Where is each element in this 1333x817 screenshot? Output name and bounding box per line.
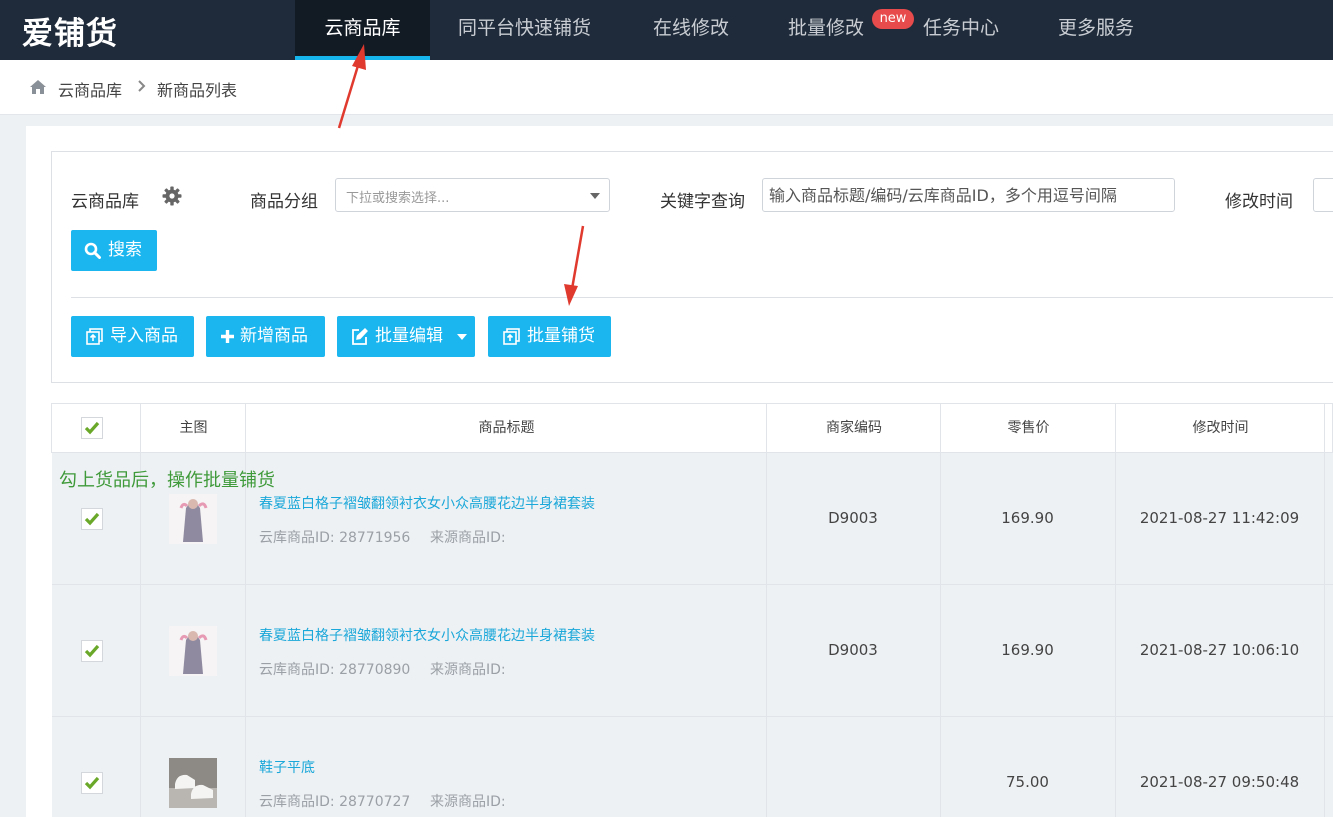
merchant-code: D9003 [828, 509, 878, 527]
home-icon[interactable] [29, 79, 47, 95]
modified-time-input[interactable] [1313, 178, 1333, 212]
chevron-down-icon [590, 193, 600, 199]
chevron-right-icon [138, 80, 146, 92]
cloud-product-id: 云库商品ID: 28771956 [259, 530, 411, 546]
product-title-link[interactable]: 春夏蓝白格子褶皱翻领衬衣女小众高腰花边半身裙套装 [259, 493, 595, 513]
retail-price: 75.00 [1006, 773, 1049, 791]
batch-publish-button[interactable]: 批量铺货 [488, 316, 611, 357]
check-icon [84, 421, 100, 435]
batch-edit-label: 批量编辑 [375, 326, 443, 346]
header-price: 零售价 [1007, 420, 1050, 436]
nav-quick-publish[interactable]: 同平台快速铺货 [458, 0, 591, 60]
retail-price: 169.90 [1001, 641, 1054, 659]
nav-more-services[interactable]: 更多服务 [1058, 0, 1134, 60]
add-product-label: 新增商品 [240, 326, 308, 346]
add-product-button[interactable]: 新增商品 [206, 316, 325, 357]
app-logo[interactable]: 爱铺货 [22, 8, 118, 53]
group-select[interactable]: 下拉或搜索选择... [335, 178, 610, 212]
nav-task-center[interactable]: 任务中心 [923, 0, 999, 60]
library-label: 云商品库 [71, 192, 139, 212]
batch-publish-label: 批量铺货 [527, 326, 595, 346]
keyword-input[interactable] [762, 178, 1175, 212]
column-divider [1324, 404, 1325, 817]
divider [71, 297, 1333, 298]
cloud-product-id: 云库商品ID: 28770890 [259, 662, 411, 678]
group-label: 商品分组 [250, 192, 318, 212]
gear-icon[interactable] [162, 186, 182, 206]
search-button-label: 搜索 [108, 240, 142, 260]
modified-time: 2021-08-27 11:42:09 [1139, 509, 1300, 527]
product-thumbnail[interactable] [169, 494, 217, 544]
row-checkbox[interactable] [81, 640, 103, 662]
nav-online-edit[interactable]: 在线修改 [653, 0, 729, 60]
new-badge: new [872, 9, 914, 29]
source-product-id: 来源商品ID: [430, 530, 506, 546]
plus-icon [221, 330, 234, 343]
import-products-label: 导入商品 [110, 326, 178, 346]
modified-time: 2021-08-27 10:06:10 [1139, 641, 1300, 659]
nav-cloud-library[interactable]: 云商品库 [295, 0, 430, 60]
row-checkbox[interactable] [81, 508, 103, 530]
merchant-code: D9003 [828, 641, 878, 659]
dropdown-caret-icon[interactable] [457, 334, 467, 340]
source-product-id: 来源商品ID: [430, 794, 506, 810]
header-modified: 修改时间 [1192, 420, 1249, 436]
table-header: 主图 商品标题 商家编码 零售价 修改时间 [51, 403, 1333, 453]
search-icon [84, 242, 101, 259]
publish-icon [503, 328, 520, 345]
top-navigation: 爱铺货 云商品库 同平台快速铺货 在线修改 批量修改 new 任务中心 更多服务 [0, 0, 1333, 60]
product-title-link[interactable]: 春夏蓝白格子褶皱翻领衬衣女小众高腰花边半身裙套装 [259, 625, 595, 645]
edit-icon [352, 328, 368, 345]
breadcrumb-cloud-library[interactable]: 云商品库 [58, 77, 122, 101]
select-all-checkbox[interactable] [81, 417, 103, 439]
modified-time: 2021-08-27 09:50:48 [1139, 773, 1300, 791]
retail-price: 169.90 [1001, 509, 1054, 527]
product-title-link[interactable]: 鞋子平底 [259, 757, 315, 777]
product-thumbnail[interactable] [169, 758, 217, 808]
header-title: 商品标题 [478, 420, 535, 436]
search-button[interactable]: 搜索 [71, 230, 157, 271]
check-icon [84, 644, 100, 658]
import-icon [86, 328, 103, 345]
batch-edit-button[interactable]: 批量编辑 [337, 316, 475, 357]
column-divider [1115, 404, 1116, 817]
header-code: 商家编码 [826, 420, 882, 436]
check-icon [84, 512, 100, 526]
keyword-label: 关键字查询 [660, 192, 745, 212]
header-image: 主图 [179, 420, 208, 436]
source-product-id: 来源商品ID: [430, 662, 506, 678]
group-select-placeholder: 下拉或搜索选择... [346, 191, 450, 206]
column-divider [940, 404, 941, 817]
cloud-product-id: 云库商品ID: 28770727 [259, 794, 411, 810]
import-products-button[interactable]: 导入商品 [71, 316, 194, 357]
check-icon [84, 776, 100, 790]
nav-batch-edit[interactable]: 批量修改 [788, 0, 864, 60]
row-checkbox[interactable] [81, 772, 103, 794]
column-divider [766, 404, 767, 817]
annotation-text: 勾上货品后，操作批量铺货 [59, 470, 275, 491]
modified-time-label: 修改时间 [1225, 192, 1293, 212]
breadcrumb-current: 新商品列表 [157, 81, 238, 100]
breadcrumb: 云商品库 新商品列表 [0, 60, 1333, 115]
product-thumbnail[interactable] [169, 626, 217, 676]
